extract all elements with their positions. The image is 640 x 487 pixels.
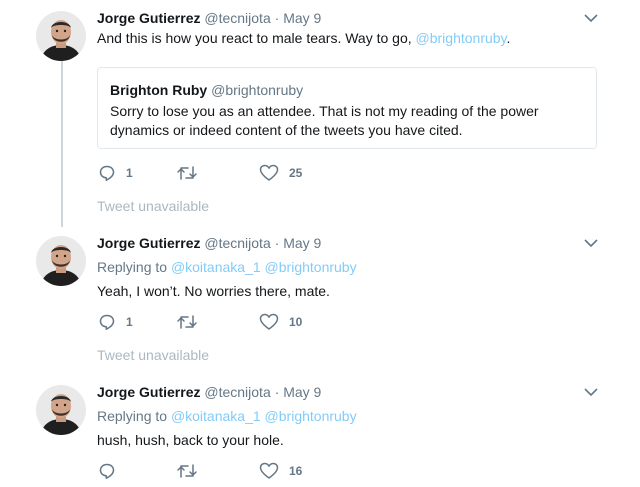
reply-mention-1[interactable]: @koitanaka_1 [171,259,261,275]
tweet-text-end: . [506,30,511,46]
heart-icon [259,313,279,330]
quote-author-handle: @brightonruby [211,82,304,98]
reply-button[interactable]: 1 [98,163,133,183]
like-count: 16 [289,464,303,478]
separator-dot: · [274,10,280,26]
tweet-header: Jorge Gutierrez @tecnijota · May 9 [97,9,321,27]
mention-link[interactable]: @brightonruby [416,30,507,46]
reply-count: 1 [126,166,133,180]
tweet-header: Jorge Gutierrez @tecnijota · May 9 [97,383,321,401]
author-name[interactable]: Jorge Gutierrez [97,10,200,26]
tweet-time[interactable]: May 9 [283,384,321,400]
avatar-image [36,385,86,435]
quote-author-name: Brighton Ruby [110,82,208,98]
tweet-text-body: And this is how you react to male tears.… [97,30,416,46]
reply-mention-2[interactable]: @brightonruby [265,259,357,275]
quoted-tweet[interactable]: Brighton Ruby @brightonruby Sorry to los… [97,67,597,149]
retweet-button[interactable] [176,461,208,481]
tweet-unavailable: Tweet unavailable [97,347,210,363]
tweet-text: hush, hush, back to your hole. [97,432,284,448]
reply-button[interactable] [98,461,126,481]
avatar-image [36,11,86,61]
replying-label: Replying to [97,408,168,424]
separator-dot: · [274,384,280,400]
replying-to: Replying to @koitanaka_1 @brightonruby [97,407,357,425]
chevron-down-icon[interactable] [584,238,598,248]
author-name[interactable]: Jorge Gutierrez [97,235,200,251]
tweet-header: Jorge Gutierrez @tecnijota · May 9 [97,234,321,252]
replying-label: Replying to [97,259,168,275]
separator-dot: · [274,235,280,251]
like-button[interactable]: 10 [259,312,302,332]
author-handle[interactable]: @tecnijota [204,384,270,400]
tweet-unavailable: Tweet unavailable [97,198,210,214]
reply-mention-1[interactable]: @koitanaka_1 [171,408,261,424]
retweet-icon [177,315,197,329]
like-button[interactable]: 25 [259,163,302,183]
like-count: 10 [289,315,303,329]
retweet-icon [177,464,197,478]
avatar[interactable] [36,385,86,435]
chevron-down-icon[interactable] [584,387,598,397]
avatar[interactable] [36,236,86,286]
reply-button[interactable]: 1 [98,312,133,332]
reply-mention-2[interactable]: @brightonruby [265,408,357,424]
avatar[interactable] [36,11,86,61]
like-button[interactable]: 16 [259,461,302,481]
tweet-text: And this is how you react to male tears.… [97,29,510,48]
author-handle[interactable]: @tecnijota [204,235,270,251]
retweet-button[interactable] [176,312,208,332]
reply-count: 1 [126,315,133,329]
heart-icon [259,164,279,181]
quote-header: Brighton Ruby @brightonruby [110,81,303,99]
thread-line [61,57,63,227]
reply-icon [99,463,115,479]
like-count: 25 [289,166,303,180]
retweet-button[interactable] [176,163,208,183]
heart-icon [259,462,279,479]
avatar-image [36,236,86,286]
tweet-time[interactable]: May 9 [283,235,321,251]
author-name[interactable]: Jorge Gutierrez [97,384,200,400]
chevron-down-icon[interactable] [584,13,598,23]
retweet-icon [177,166,197,180]
reply-icon [99,314,115,330]
quote-text: Sorry to lose you as an attendee. That i… [110,103,539,138]
reply-icon [99,165,115,181]
tweet-text: Yeah, I won’t. No worries there, mate. [97,283,330,299]
replying-to: Replying to @koitanaka_1 @brightonruby [97,258,357,276]
author-handle[interactable]: @tecnijota [204,10,270,26]
tweet-time[interactable]: May 9 [283,10,321,26]
